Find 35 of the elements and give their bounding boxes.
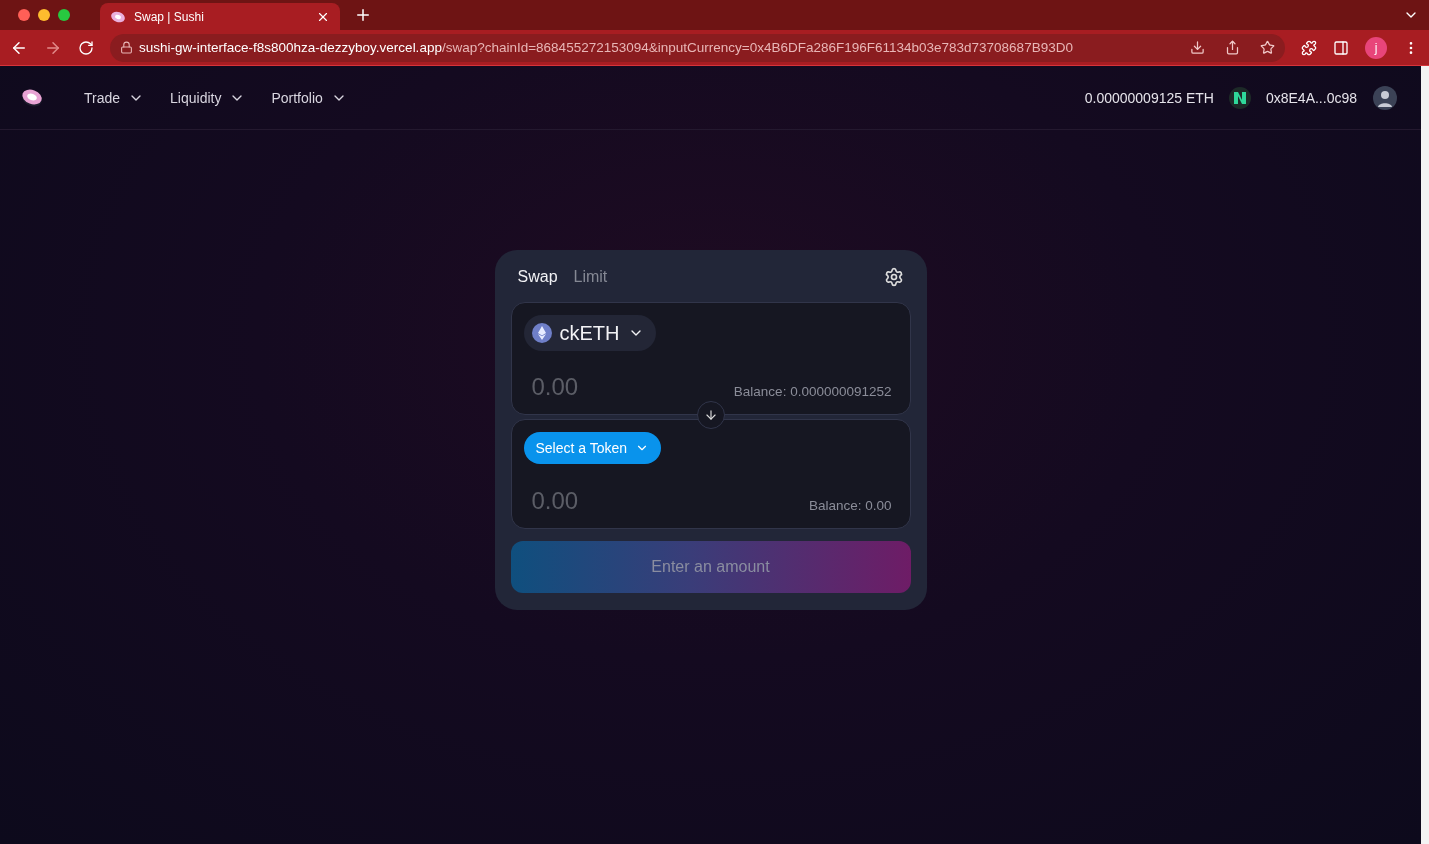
install-icon[interactable]: [1190, 40, 1205, 55]
wallet-balance: 0.00000009125 ETH: [1084, 89, 1214, 106]
url-path: /swap?chainId=868455272153094&inputCurrency=0x4B6DFa286F196F61134b03e783d73708687B93D0: [441, 40, 1073, 55]
token-selector[interactable]: ckETH: [523, 315, 656, 351]
amount-input[interactable]: 0.00: [529, 372, 690, 402]
nav-menu[interactable]: Trade: [84, 89, 145, 106]
sidebar-icon[interactable]: [1333, 39, 1349, 56]
swap-tab[interactable]: Swap: [517, 268, 558, 286]
ethereum-icon: [531, 323, 552, 343]
wallet-address[interactable]: 0x8E4A...0c98: [1265, 89, 1357, 106]
user-avatar-icon[interactable]: [1373, 85, 1397, 110]
balance-text: Balance: 0.000000091252: [733, 384, 892, 399]
amount-input[interactable]: 0.00: [529, 486, 690, 516]
close-window-button[interactable]: [18, 9, 30, 21]
share-icon[interactable]: [1225, 40, 1240, 55]
lock-icon: [120, 41, 133, 54]
swap-direction-button[interactable]: [696, 401, 725, 429]
minimize-window-button[interactable]: [38, 9, 50, 21]
browser-tab[interactable]: Swap | Sushi: [100, 3, 340, 30]
puzzle-icon[interactable]: [1301, 39, 1317, 56]
new-tab-icon[interactable]: [354, 6, 372, 24]
zoom-window-button[interactable]: [58, 9, 70, 21]
network-icon[interactable]: [1227, 85, 1252, 110]
profile-avatar[interactable]: j: [1365, 36, 1387, 59]
tab-title: Swap | Sushi: [134, 9, 205, 24]
settings-icon[interactable]: [883, 267, 904, 287]
nav-menu[interactable]: Portfolio: [271, 89, 347, 106]
url-host: sushi-gw-interface-f8s800hza-dezzyboy.vercel.app: [139, 40, 442, 55]
address-bar[interactable]: sushi-gw-interface-f8s800hza-dezzyboy.vercel.app/swap?chainId=868455272153094&inputCurrency=0x4B6DFa286F196F61134b03e783d73708687B93D0: [110, 33, 1285, 62]
reload-icon[interactable]: [78, 39, 94, 56]
star-icon[interactable]: [1260, 40, 1275, 55]
scrollbar[interactable]: [1421, 66, 1429, 844]
nav-menu[interactable]: Liquidity: [170, 89, 246, 106]
balance-text: Balance: 0.00: [808, 498, 892, 513]
swap-tab[interactable]: Limit: [573, 268, 608, 286]
